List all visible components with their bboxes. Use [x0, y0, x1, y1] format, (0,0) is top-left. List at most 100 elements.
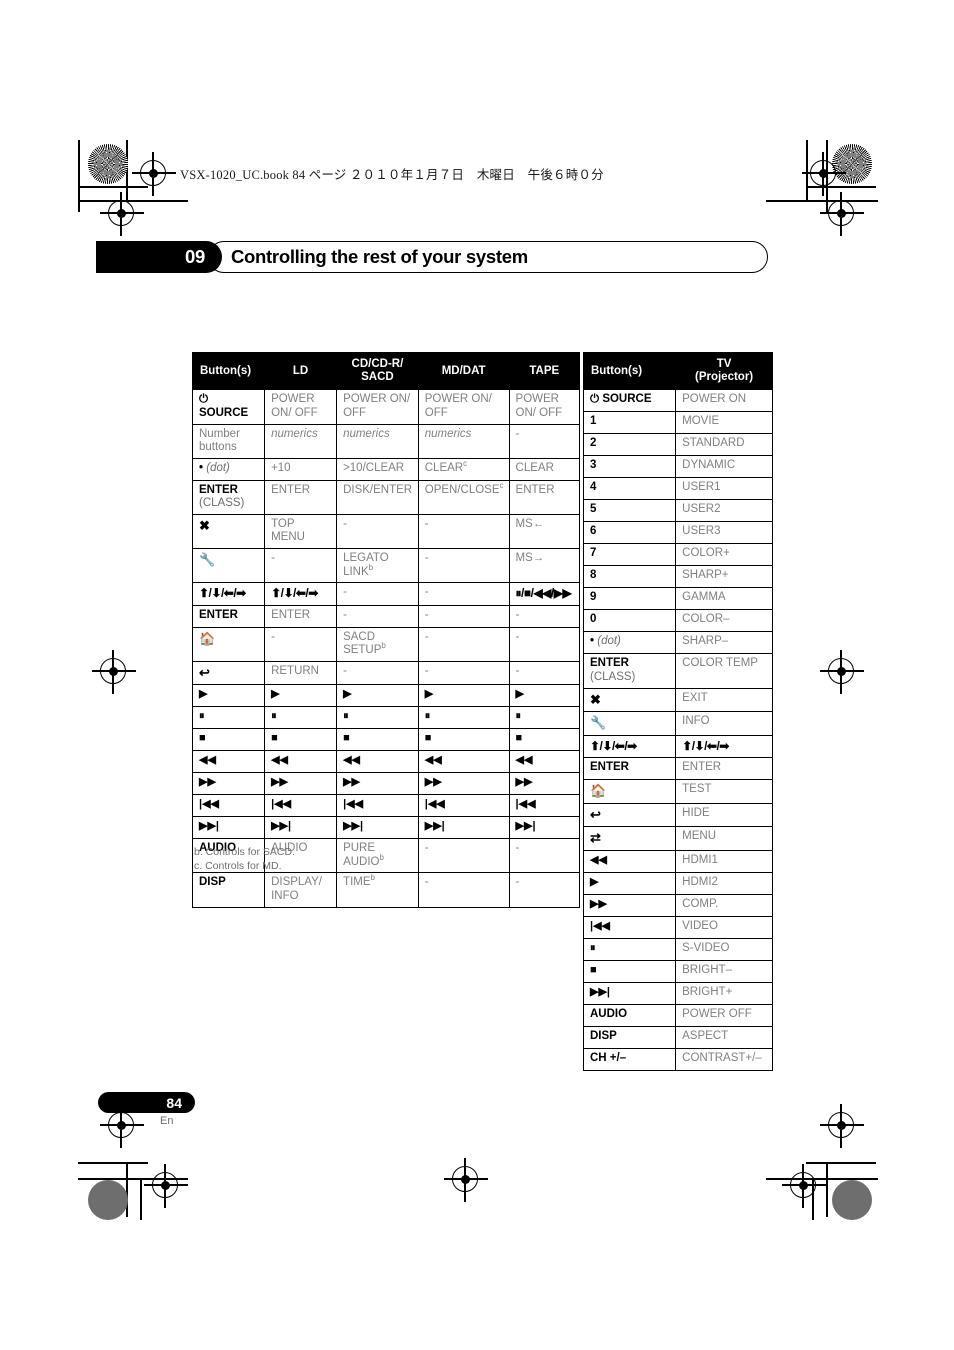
cell-tape: ENTER [508, 479, 581, 515]
cell-ld: - [264, 547, 338, 584]
cell-button-stop: ■ [191, 728, 266, 752]
cell-tape: - [508, 604, 581, 628]
column-header-ld: LD [264, 351, 338, 391]
cell-tv: GAMMA [675, 587, 773, 611]
cell-ld: numerics [264, 423, 338, 459]
cell-button-pause: ⏸︎ [582, 937, 677, 961]
table-row: ◀◀ ◀◀ ◀◀ ◀◀ ◀◀ [191, 750, 581, 774]
table-row: ▶▶| ▶▶| ▶▶| ▶▶| ▶▶| [191, 816, 581, 840]
bullet-icon: • [199, 461, 204, 474]
cell-ld: ENTER [264, 604, 338, 628]
column-header-cd-line1: CD/CD-R/ [351, 358, 404, 370]
cell-ld-rewind: ◀◀ [264, 750, 338, 774]
table-body-right: ⏻ SOURCE POWER ON 1 MOVIE 2 STANDARD 3 DYNA… [582, 389, 773, 1071]
stop-icon: ■ [515, 732, 523, 745]
pause-icon: ⏸︎ [343, 710, 349, 723]
cell-button-rewind: ◀◀ [582, 849, 677, 873]
table-row: ⬆/⬇/⬅/➡ ⬆/⬇/⬅/➡ [582, 734, 773, 759]
cell-md: CLEARc [417, 457, 510, 481]
home-icon: 🏠 [199, 630, 216, 646]
previous-track-icon: |◀◀ [515, 798, 536, 811]
cell-tv-dpad: ⬆/⬇/⬅/➡ [675, 734, 773, 759]
table-header-row: Button(s) TV (Projector) [582, 351, 773, 391]
crop-mark-line [140, 1178, 142, 1220]
cell-tv: ASPECT [675, 1025, 773, 1049]
cell-md-stop: ■ [417, 728, 510, 752]
close-x-icon: ✖ [590, 691, 601, 707]
registration-mark [132, 152, 176, 196]
cell-button-7: 7 [582, 543, 677, 567]
fast-forward-icon: ▶▶ [590, 897, 607, 910]
table-row: • (dot) +10 >10/CLEAR CLEARc CLEAR [191, 457, 581, 481]
next-track-icon: ▶▶| [590, 985, 610, 998]
column-header-mddat: MD/DAT [417, 351, 510, 391]
cell-ld-stop: ■ [264, 728, 338, 752]
cell-button-disp: DISP [191, 872, 266, 908]
cell-ld: - [264, 626, 338, 662]
previous-track-icon: |◀◀ [424, 798, 445, 811]
table-row: 8 SHARP+ [582, 565, 773, 589]
cell-tv: HDMI2 [675, 871, 773, 895]
cell-ld-play: ▶ [264, 684, 338, 708]
rewind-icon: ◀◀ [424, 754, 442, 767]
cell-tape: - [508, 872, 581, 908]
cell-cd-stop: ■ [336, 728, 419, 752]
cell-tape: MS← [508, 513, 581, 549]
cell-tape-fast-forward: ▶▶ [508, 772, 581, 796]
column-header-buttons: Button(s) [582, 351, 677, 391]
cell-ld: ENTER [264, 479, 338, 515]
cell-button-next-track: ▶▶| [191, 816, 266, 840]
return-icon: ↩ [590, 806, 601, 822]
cell-tv: MENU [675, 826, 773, 851]
cell-tv: COLOR+ [675, 543, 773, 567]
table-body-left: ⏻ SOURCE POWER ON/ OFF POWER ON/ OFF POW… [191, 389, 581, 908]
cell-button-source: ⏻ SOURCE [191, 389, 266, 425]
pause-icon: ⏸︎ [590, 941, 596, 954]
pause-icon: ⏸︎ [424, 710, 431, 723]
table-header-row: Button(s) LD CD/CD-R/ SACD MD/DAT TAPE [191, 351, 581, 391]
cell-ld: DISPLAY/ INFO [264, 872, 338, 908]
cell-ld: POWER ON/ OFF [264, 389, 338, 425]
remote-control-table-right: Button(s) TV (Projector) ⏻ SOURCE POWER … [582, 351, 773, 1071]
registration-mark [444, 1158, 488, 1202]
table-row: |◀◀ |◀◀ |◀◀ |◀◀ |◀◀ [191, 794, 581, 818]
previous-track-icon: |◀◀ [343, 798, 364, 811]
cell-cd: numerics [336, 423, 419, 459]
cell-button-home: 🏠 [582, 779, 677, 804]
wrench-icon: 🔧 [199, 551, 216, 567]
solid-dot-mark [832, 1180, 872, 1220]
cell-tape-next-track: ▶▶| [508, 816, 581, 840]
cell-ld: RETURN [264, 660, 338, 686]
rewind-icon: ◀◀ [343, 754, 360, 767]
table-row: DISP DISPLAY/ INFO TIMEb - - [191, 872, 581, 908]
book-info-line: VSX-1020_UC.book 84 ページ ２０１０年１月７日 木曜日 午後… [180, 168, 604, 182]
cell-tv: USER1 [675, 477, 773, 501]
cell-tv: SHARP– [675, 631, 773, 655]
stop-icon: ■ [590, 963, 597, 976]
table-row: ⏻ SOURCE POWER ON/ OFF POWER ON/ OFF POW… [191, 389, 581, 425]
cell-md-pause: ⏸︎ [417, 706, 510, 730]
cell-tv: S-VIDEO [675, 937, 773, 961]
crop-mark-line [826, 1162, 828, 1217]
table-row: 1 MOVIE [582, 411, 773, 435]
cell-button-dot: • (dot) [582, 631, 677, 655]
table-row: CH +/– CONTRAST+/– [582, 1047, 773, 1071]
cell-tape: - [508, 838, 581, 874]
table-row: |◀◀ VIDEO [582, 915, 773, 939]
registration-mark [100, 192, 144, 236]
cell-tv: USER3 [675, 521, 773, 545]
cell-button-source: ⏻ SOURCE [582, 389, 677, 413]
crop-mark-line [806, 1162, 876, 1164]
chapter-number-badge: 09 [96, 241, 222, 273]
cell-ld-dpad: ⬆/⬇/⬅/➡ [264, 582, 338, 606]
star-target-mark [832, 144, 872, 184]
previous-track-icon: |◀◀ [271, 798, 292, 811]
dpad-arrows-icon: ⬆/⬇/⬅/➡ [199, 586, 246, 601]
rewind-icon: ◀◀ [199, 754, 216, 767]
cell-tv: TEST [675, 779, 773, 804]
cell-cd: - [336, 604, 419, 628]
cell-button-home: 🏠 [191, 626, 266, 662]
cell-tv: HDMI1 [675, 849, 773, 873]
cell-tv: COLOR TEMP [675, 653, 773, 689]
play-icon: ▶ [424, 688, 434, 701]
